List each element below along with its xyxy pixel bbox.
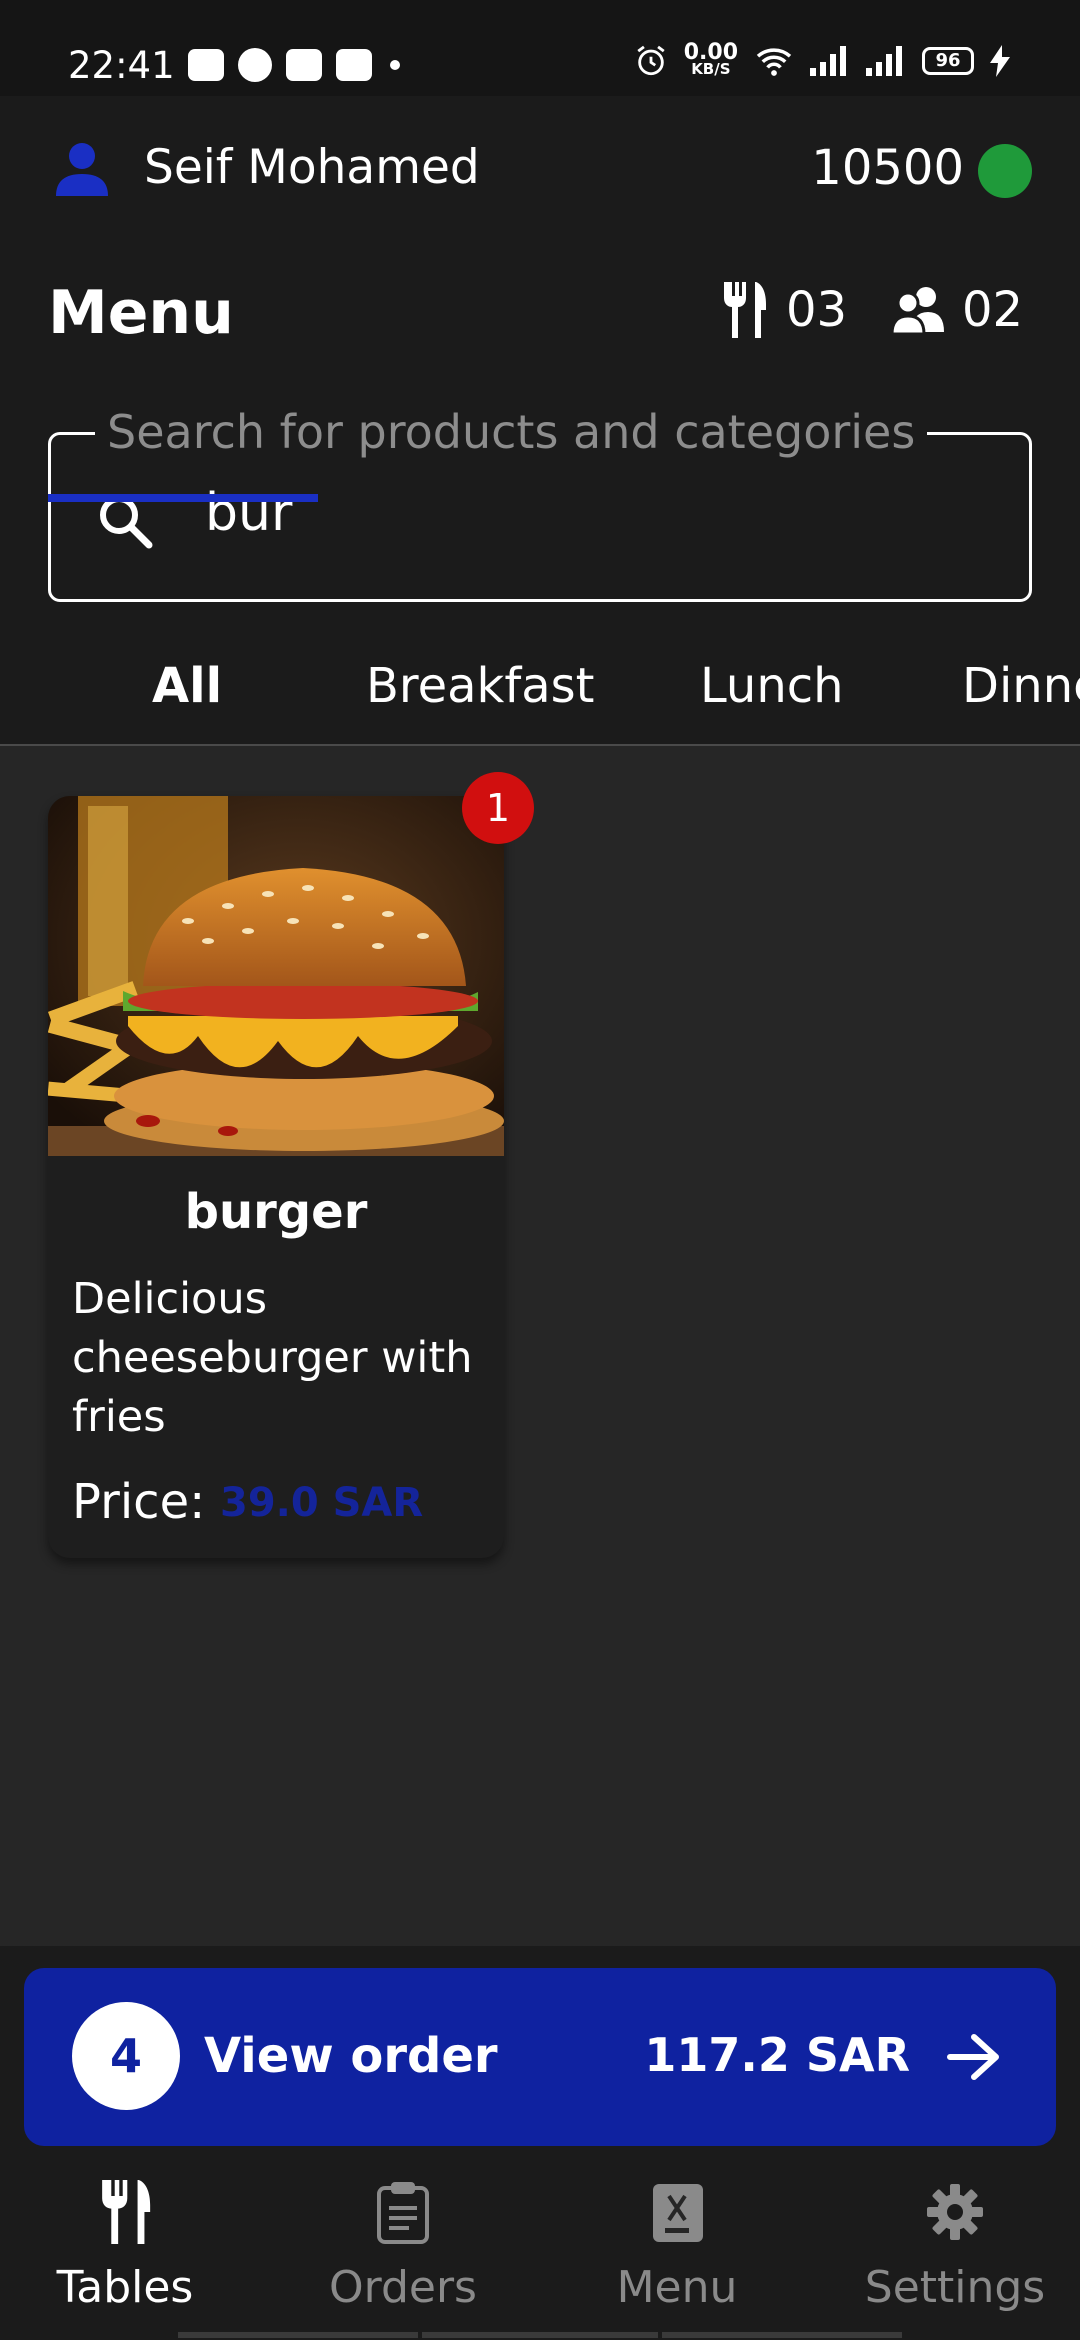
product-image [48, 796, 504, 1156]
nav-label-orders: Orders [329, 2262, 477, 2313]
bottom-navigation: Tables Orders Menu Settings [0, 2158, 1080, 2340]
people-icon [892, 287, 944, 334]
charging-icon [990, 45, 1010, 77]
linkedin-icon [336, 49, 372, 81]
product-description: Delicious cheeseburger with fries [72, 1274, 473, 1442]
system-icons: 0.00 KB/S 96 [634, 40, 1010, 78]
nav-label-settings: Settings [864, 2262, 1046, 2313]
bottom-panel: 4 View order 117.2 SAR Tables Orders Men… [0, 1946, 1080, 2340]
guests-count-value: 02 [962, 282, 1024, 338]
alarm-icon [637, 45, 665, 76]
view-order-label: View order [204, 2028, 498, 2084]
net-speed-value: 0.00 [683, 40, 738, 65]
nav-label-menu: Menu [616, 2262, 738, 2313]
nav-item-menu[interactable]: Menu [542, 2158, 812, 2340]
gear-icon [927, 2184, 983, 2240]
search-field[interactable]: Search for products and categories [48, 405, 1032, 602]
battery-indicator: 96 [922, 47, 974, 75]
balance: 10500 [811, 140, 964, 196]
product-name: burger [184, 1184, 368, 1240]
tab-breakfast[interactable]: Breakfast [366, 658, 595, 714]
tables-count-value: 03 [786, 282, 848, 338]
nav-item-settings[interactable]: Settings [820, 2158, 1080, 2340]
gesture-bar-segment [178, 2332, 418, 2338]
search-placeholder-label: Search for products and categories [95, 405, 928, 459]
order-item-count: 4 [72, 2002, 180, 2110]
page-title: Menu [48, 278, 234, 348]
gesture-bar-segment [422, 2332, 658, 2338]
status-bar: 22:41 0.00 KB/S 96 [0, 0, 1080, 96]
app-header: Seif Mohamed 10500 [0, 96, 1080, 246]
more-notifications-icon [390, 60, 400, 70]
category-tabs: All Breakfast Lunch Dinner [0, 636, 1080, 746]
guests-count: 02 [892, 282, 1023, 338]
tables-count: 03 [720, 282, 847, 338]
signal-icon [810, 46, 846, 76]
user-icon [56, 143, 108, 196]
net-speed-unit: KB/S [691, 60, 731, 78]
arrow-right-icon [947, 2034, 999, 2080]
active-tab-indicator [48, 494, 318, 502]
nav-item-tables[interactable]: Tables [0, 2158, 260, 2340]
teams-icon [188, 49, 224, 81]
notification-icons [188, 48, 400, 82]
fork-knife-icon [102, 2180, 151, 2244]
gesture-bar-segment [662, 2332, 902, 2338]
view-order-button[interactable]: 4 View order 117.2 SAR [24, 1968, 1056, 2146]
tab-dinner[interactable]: Dinner [962, 658, 1080, 714]
signal-icon [866, 46, 902, 76]
office365-icon [238, 48, 272, 82]
tab-all[interactable]: All [152, 658, 222, 714]
net-speed: 0.00 KB/S [683, 40, 738, 78]
fork-knife-icon [724, 282, 766, 338]
quantity-badge: 1 [462, 772, 534, 844]
clipboard-icon [377, 2182, 429, 2244]
product-card[interactable]: burger Delicious cheeseburger with fries… [48, 796, 504, 1558]
online-status-indicator [978, 144, 1032, 198]
nav-item-orders[interactable]: Orders [268, 2158, 538, 2340]
nav-label-tables: Tables [56, 2262, 194, 2313]
wifi-icon [756, 48, 792, 76]
status-time: 22:41 [68, 44, 175, 87]
youtube-icon [286, 49, 322, 81]
price-label: Price: [72, 1474, 206, 1530]
user-name: Seif Mohamed [144, 140, 480, 195]
tab-lunch[interactable]: Lunch [700, 658, 844, 714]
product-price: 39.0 SAR [220, 1480, 424, 1526]
order-total: 117.2 SAR [644, 2028, 910, 2082]
menu-book-icon [653, 2184, 703, 2242]
search-input[interactable] [205, 483, 985, 543]
